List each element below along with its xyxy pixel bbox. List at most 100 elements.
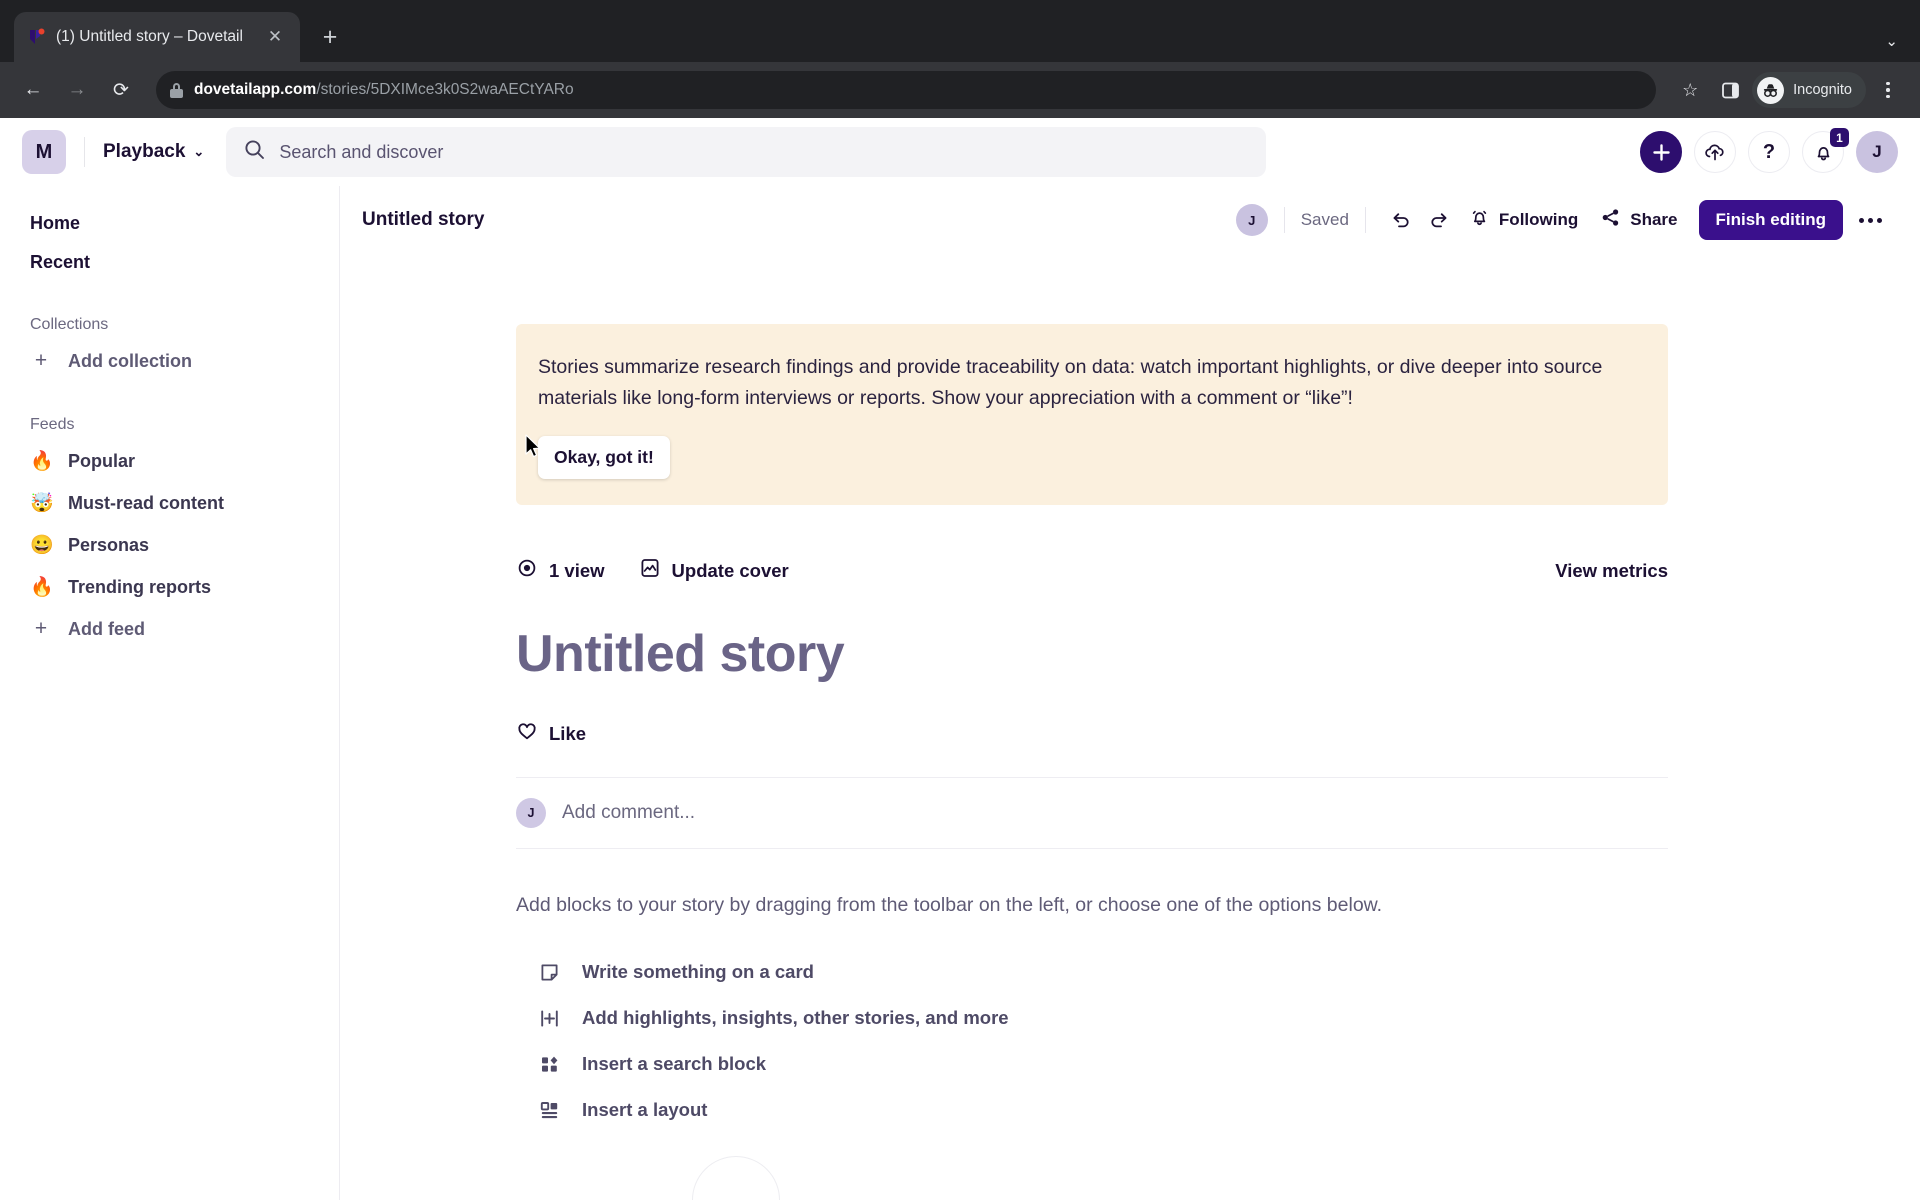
- fire-icon: 🔥: [30, 577, 54, 598]
- add-collection-button[interactable]: + Add collection: [0, 340, 339, 382]
- view-count: 1 view: [516, 557, 605, 584]
- like-button[interactable]: Like: [516, 720, 1668, 747]
- sidebar-item-label: Trending reports: [68, 576, 212, 597]
- question-mark-icon[interactable]: ?: [1748, 131, 1790, 173]
- sidebar-item-recent[interactable]: Recent: [0, 243, 339, 282]
- add-comment-row[interactable]: J Add comment...: [516, 777, 1668, 849]
- three-dot-menu-icon[interactable]: [1849, 201, 1892, 239]
- sidebar-item-home[interactable]: Home: [0, 204, 339, 243]
- plus-icon: +: [34, 349, 48, 372]
- side-panel-icon[interactable]: [1712, 72, 1748, 108]
- story-title-input[interactable]: Untitled story: [516, 624, 1668, 684]
- dismiss-banner-button[interactable]: Okay, got it!: [538, 436, 670, 479]
- option-write-card[interactable]: Write something on a card: [516, 949, 1668, 995]
- sidebar-item-label: Popular: [68, 450, 136, 471]
- avatar: J: [516, 798, 546, 828]
- sidebar-section-collections: Collections: [30, 316, 109, 333]
- following-label: Following: [1498, 210, 1579, 229]
- option-label: Insert a layout: [582, 1099, 708, 1120]
- share-button[interactable]: Share: [1589, 201, 1688, 239]
- close-icon[interactable]: ✕: [262, 24, 288, 50]
- add-feed-button[interactable]: + Add feed: [0, 608, 339, 650]
- flame-icon: 🔥: [30, 451, 54, 472]
- incognito-indicator[interactable]: Incognito: [1752, 72, 1866, 108]
- browser-tab-title: (1) Untitled story – Dovetail: [56, 28, 243, 45]
- story-canvas: Stories summarize research findings and …: [340, 324, 1920, 1133]
- update-cover-button[interactable]: Update cover: [639, 557, 789, 584]
- option-insert-layout[interactable]: Insert a layout: [516, 1087, 1668, 1133]
- sidebar-item-popular[interactable]: 🔥 Popular: [0, 440, 339, 482]
- empty-state-hint: Add blocks to your story by dragging fro…: [516, 894, 1383, 916]
- app-header-actions: ? 1 J: [1640, 128, 1898, 173]
- browser-toolbar: ← → ⟳ dovetailapp.com/stories/5DXIMce3k0…: [0, 62, 1920, 118]
- following-button[interactable]: Following: [1458, 201, 1589, 239]
- update-cover-label: Update cover: [671, 559, 789, 581]
- search-block-icon: [538, 1053, 560, 1075]
- browser-tab[interactable]: (1) Untitled story – Dovetail ✕: [14, 12, 300, 62]
- address-bar-path: /stories/5DXIMce3k0S2waAECtYARo: [316, 81, 574, 98]
- document-actions: J Saved Following Share Finish editing: [1235, 200, 1892, 240]
- block-options-list: Write something on a card Add highlights…: [516, 949, 1668, 1133]
- divider: [1283, 207, 1285, 233]
- sidebar-item-personas[interactable]: 😀 Personas: [0, 524, 339, 566]
- view-count-label: 1 view: [549, 559, 605, 581]
- chevron-down-icon[interactable]: ⌄: [1885, 32, 1898, 50]
- address-bar[interactable]: dovetailapp.com/stories/5DXIMce3k0S2waAE…: [156, 71, 1657, 109]
- sidebar-item-must-read-content[interactable]: 🤯 Must-read content: [0, 482, 339, 524]
- star-icon[interactable]: ☆: [1672, 72, 1708, 108]
- search-placeholder: Search and discover: [279, 141, 444, 162]
- workspace-badge[interactable]: M: [22, 130, 66, 174]
- browser-tabstrip: (1) Untitled story – Dovetail ✕ + ⌄: [0, 0, 1920, 62]
- option-insert-search-block[interactable]: Insert a search block: [516, 1041, 1668, 1087]
- avatar[interactable]: J: [1856, 131, 1898, 173]
- new-tab-button[interactable]: +: [312, 19, 348, 55]
- dovetail-app: M Playback ⌄ Search and discover ? 1 J H…: [0, 118, 1920, 1200]
- reload-button[interactable]: ⟳: [102, 71, 140, 109]
- breadcrumb: Untitled story: [362, 209, 485, 230]
- forward-button[interactable]: →: [58, 71, 96, 109]
- insert-content-icon: [538, 1007, 560, 1029]
- grinning-face-icon: 😀: [30, 535, 54, 556]
- product-name: Playback: [103, 141, 186, 162]
- search-input[interactable]: Search and discover: [226, 127, 1267, 177]
- redo-icon[interactable]: [1420, 201, 1458, 239]
- card-icon: [538, 961, 560, 983]
- search-icon: [244, 139, 265, 165]
- create-button[interactable]: [1640, 131, 1682, 173]
- share-label: Share: [1630, 210, 1678, 229]
- product-switcher[interactable]: Playback ⌄: [103, 141, 204, 163]
- notifications-button[interactable]: 1: [1802, 128, 1849, 173]
- dovetail-logo-icon: [26, 27, 46, 47]
- story-metrics-row: 1 view Update cover View metrics: [516, 557, 1668, 584]
- view-metrics-link[interactable]: View metrics: [1555, 560, 1668, 582]
- option-add-highlights[interactable]: Add highlights, insights, other stories,…: [516, 995, 1668, 1041]
- eye-icon: [516, 557, 538, 584]
- plus-icon: +: [34, 617, 48, 640]
- cloud-upload-icon[interactable]: [1694, 131, 1736, 173]
- address-bar-url: dovetailapp.com/stories/5DXIMce3k0S2waAE…: [194, 81, 574, 99]
- chevron-down-icon: ⌄: [193, 144, 205, 159]
- add-collection-label: Add collection: [68, 350, 193, 371]
- sidebar-item-trending-reports[interactable]: 🔥 Trending reports: [0, 566, 339, 608]
- like-label: Like: [549, 722, 587, 744]
- sidebar-section-feeds: Feeds: [30, 416, 75, 433]
- three-dot-menu-icon[interactable]: [1870, 72, 1906, 108]
- divider: [84, 137, 85, 167]
- sidebar: Home Recent Collections + Add collection…: [0, 186, 340, 1200]
- floating-action-button[interactable]: [692, 1156, 780, 1200]
- option-label: Add highlights, insights, other stories,…: [582, 1007, 1009, 1028]
- image-icon: [639, 557, 661, 584]
- main-content: Untitled story J Saved Following Share F…: [340, 186, 1920, 1200]
- back-button[interactable]: ←: [14, 71, 52, 109]
- bell-icon: [1469, 207, 1490, 233]
- address-bar-domain: dovetailapp.com: [194, 81, 317, 98]
- info-banner: Stories summarize research findings and …: [516, 324, 1668, 505]
- add-feed-label: Add feed: [68, 618, 146, 639]
- collaborator-avatar[interactable]: J: [1235, 204, 1268, 236]
- toolbar-actions: ☆ Incognito: [1672, 72, 1906, 108]
- layout-icon: [538, 1099, 560, 1121]
- lock-icon: [170, 82, 183, 98]
- undo-icon[interactable]: [1382, 201, 1420, 239]
- heart-icon: [516, 720, 538, 747]
- finish-editing-button[interactable]: Finish editing: [1698, 200, 1843, 240]
